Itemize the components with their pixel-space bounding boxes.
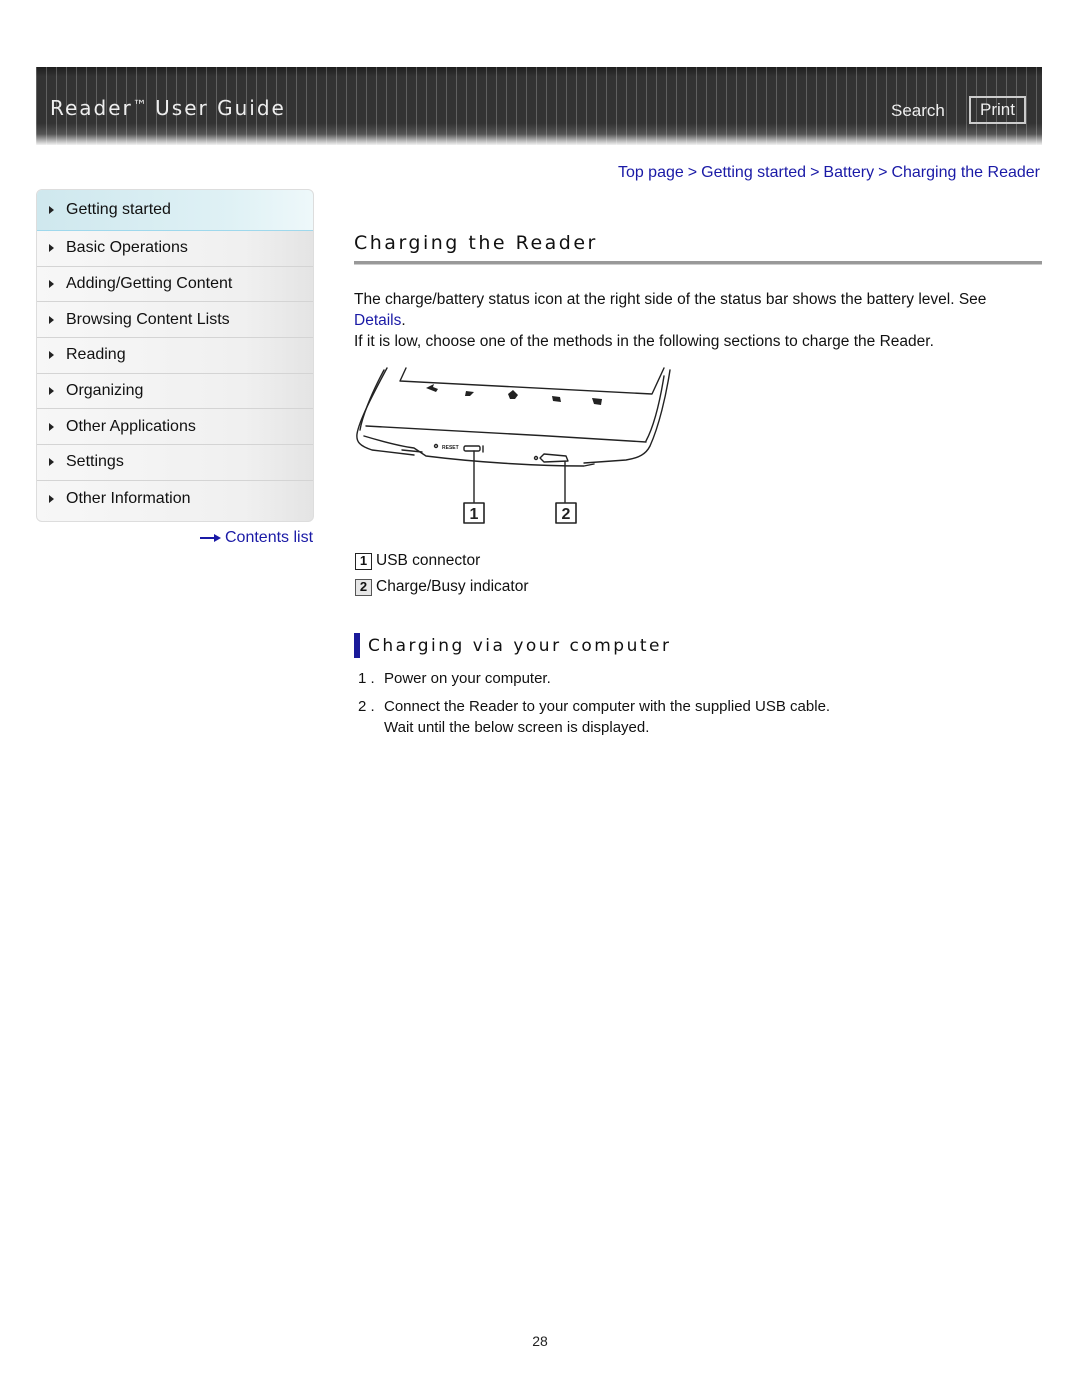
legend-label: Charge/Busy indicator <box>376 578 529 595</box>
home-button-icon <box>508 390 518 399</box>
breadcrumb-separator: > <box>810 164 820 181</box>
arrow-right-icon <box>200 533 222 543</box>
legend-item-charge-busy-indicator: 2 Charge/Busy indicator <box>355 578 529 596</box>
triangle-right-icon <box>49 351 54 360</box>
breadcrumb: Top page > Getting started > Battery > Chargin… <box>618 164 1040 182</box>
sidebar-nav: Getting started Basic Operations Adding/… <box>36 189 314 522</box>
breadcrumb-getting-started[interactable]: Getting started <box>701 164 806 181</box>
device-screen-frame <box>399 367 665 395</box>
triangle-right-icon <box>49 315 54 324</box>
details-link[interactable]: Details <box>354 312 401 329</box>
section-heading: Charging via your computer <box>354 633 671 658</box>
callout-number-1: 1 <box>470 506 479 523</box>
callout-number-icon: 2 <box>355 578 372 596</box>
breadcrumb-current-page[interactable]: Charging the Reader <box>891 164 1040 181</box>
breadcrumb-top-page[interactable]: Top page <box>618 164 684 181</box>
section-heading-bar <box>354 633 360 658</box>
triangle-right-icon <box>49 422 54 431</box>
sidebar-item-label: Adding/Getting Content <box>66 275 233 293</box>
step-text-continued: Wait until the below screen is displayed… <box>384 719 650 736</box>
contents-list-label: Contents list <box>225 529 314 546</box>
reset-label: RESET <box>442 445 459 451</box>
sidebar-item-getting-started[interactable]: Getting started <box>37 190 313 231</box>
details-suffix: . <box>401 312 406 329</box>
sidebar-item-other-information[interactable]: Other Information <box>37 481 313 517</box>
sidebar-item-label: Other Applications <box>66 417 196 435</box>
intro-paragraph: The charge/battery status icon at the ri… <box>354 289 986 352</box>
title-user-guide: User Guide <box>155 96 286 120</box>
intro-text-2: If it is low, choose one of the methods … <box>354 333 934 350</box>
legend-label: USB connector <box>376 552 481 569</box>
usb-port <box>463 445 481 452</box>
sidebar-item-settings[interactable]: Settings <box>37 445 313 481</box>
options-button-icon <box>592 398 602 405</box>
sidebar-item-adding-getting-content[interactable]: Adding/Getting Content <box>37 267 313 303</box>
prev-page-button-icon <box>426 384 438 392</box>
header-bar: Reader™ User Guide Search Print <box>36 67 1042 145</box>
section-heading-text: Charging via your computer <box>368 635 672 656</box>
reader-device-illustration: RESET 1 2 <box>356 367 671 524</box>
search-button[interactable]: Search <box>891 101 945 121</box>
step-item: 1 . Power on your computer. <box>358 668 551 689</box>
breadcrumb-battery[interactable]: Battery <box>823 164 874 181</box>
step-text: Connect the Reader to your computer with… <box>384 698 831 715</box>
next-page-button-icon <box>465 391 474 396</box>
sidebar-item-other-applications[interactable]: Other Applications <box>37 409 313 446</box>
print-button[interactable]: Print <box>969 96 1026 124</box>
callout-number-icon: 1 <box>355 552 372 570</box>
sidebar-item-label: Reading <box>66 346 126 364</box>
sidebar-item-browsing-content-lists[interactable]: Browsing Content Lists <box>37 302 313 339</box>
sidebar-item-reading[interactable]: Reading <box>37 338 313 374</box>
page-number: 28 <box>532 1333 548 1349</box>
step-text: Power on your computer. <box>384 670 551 687</box>
app-title: Reader™ User Guide <box>50 96 286 120</box>
device-body-right-inner <box>645 375 665 442</box>
sidebar-item-organizing[interactable]: Organizing <box>37 374 313 410</box>
sidebar-item-label: Settings <box>66 453 124 471</box>
step-number: 1 . <box>358 670 375 687</box>
step-number: 2 . <box>358 698 375 715</box>
sidebar-item-label: Organizing <box>66 382 144 400</box>
device-bezel-line <box>365 425 647 443</box>
charge-indicator <box>539 453 569 463</box>
intro-text: The charge/battery status icon at the ri… <box>354 291 987 308</box>
title-reader: Reader <box>50 96 133 120</box>
breadcrumb-separator: > <box>878 164 888 181</box>
contents-list-link[interactable]: Contents list <box>200 529 313 547</box>
sidebar-item-label: Basic Operations <box>66 239 188 257</box>
step-item: 2 . Connect the Reader to your computer … <box>358 696 830 738</box>
sidebar-item-basic-operations[interactable]: Basic Operations <box>37 231 313 267</box>
trademark-symbol: ™ <box>132 98 147 114</box>
sidebar-item-label: Browsing Content Lists <box>66 310 230 328</box>
triangle-right-icon <box>49 387 54 396</box>
triangle-right-icon <box>49 494 54 503</box>
title-divider <box>354 261 1042 265</box>
breadcrumb-separator: > <box>687 164 698 181</box>
triangle-right-icon <box>49 206 54 214</box>
legend-item-usb-connector: 1 USB connector <box>355 552 480 570</box>
sidebar-item-label: Getting started <box>66 201 171 218</box>
page-title: Charging the Reader <box>354 232 598 254</box>
zoom-button-icon <box>552 396 561 402</box>
sidebar-item-label: Other Information <box>66 489 191 507</box>
triangle-right-icon <box>49 244 54 253</box>
callout-number-2: 2 <box>562 506 571 523</box>
triangle-right-icon <box>49 458 54 467</box>
triangle-right-icon <box>49 280 54 289</box>
